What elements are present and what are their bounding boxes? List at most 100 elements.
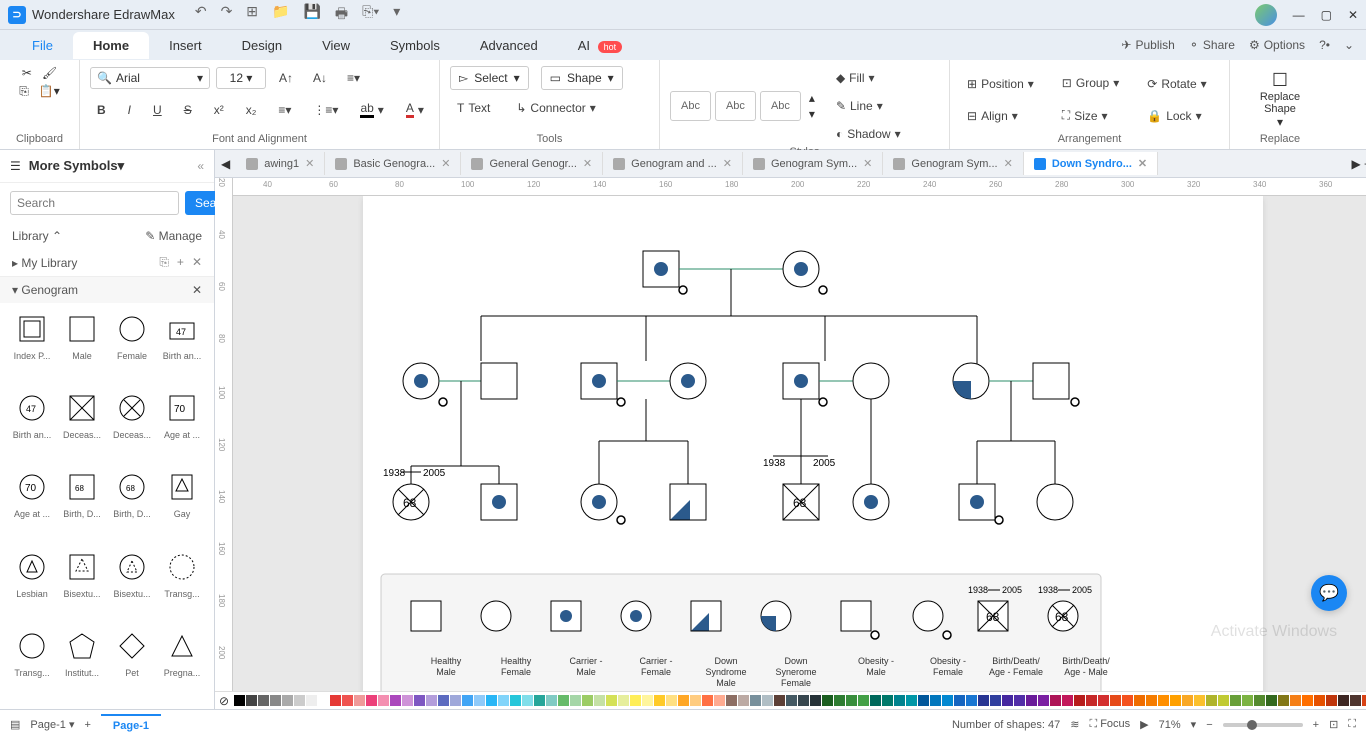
library-dropdown[interactable]: Library ⌃	[12, 229, 62, 243]
fit-page-icon[interactable]: ⊡	[1329, 718, 1338, 731]
symbol-item[interactable]: Lesbian	[8, 549, 56, 622]
chat-fab[interactable]: 💬	[1311, 575, 1347, 611]
color-swatch[interactable]	[1326, 695, 1337, 706]
color-swatch[interactable]	[786, 695, 797, 706]
section-toggle[interactable]: ▾ Genogram	[12, 283, 78, 297]
color-swatch[interactable]	[978, 695, 989, 706]
fullscreen-icon[interactable]: ⛶	[1348, 718, 1356, 731]
save-icon[interactable]: 💾	[303, 3, 320, 27]
text-tool[interactable]: T Text	[450, 96, 497, 120]
minimize-button[interactable]: —	[1293, 8, 1305, 22]
color-swatch[interactable]	[678, 695, 689, 706]
canvas-scroll[interactable]: 1938 2005 1938	[233, 196, 1366, 691]
underline-button[interactable]: U	[146, 98, 169, 122]
search-input[interactable]	[10, 191, 179, 215]
color-swatch[interactable]	[1146, 695, 1157, 706]
cut-icon[interactable]: ✂	[22, 66, 32, 80]
color-swatch[interactable]	[1338, 695, 1349, 706]
menu-ai[interactable]: AI hot	[558, 32, 642, 59]
tab-close-icon[interactable]: ✕	[1004, 157, 1013, 170]
options-button[interactable]: ⚙ Options	[1249, 38, 1305, 52]
document-tab[interactable]: awing1✕	[236, 152, 325, 175]
tab-close-icon[interactable]: ✕	[583, 157, 592, 170]
export-icon[interactable]: ⎘▾	[362, 3, 379, 27]
color-swatch[interactable]	[1002, 695, 1013, 706]
publish-button[interactable]: ✈ Publish	[1121, 38, 1174, 52]
color-swatch[interactable]	[1302, 695, 1313, 706]
paste-icon[interactable]: 📋▾	[39, 84, 60, 99]
color-swatch[interactable]	[1290, 695, 1301, 706]
color-swatch[interactable]	[1110, 695, 1121, 706]
color-swatch[interactable]	[450, 695, 461, 706]
bullets-icon[interactable]: ⋮≡▾	[306, 98, 345, 122]
symbol-item[interactable]: Pet	[108, 628, 156, 701]
color-swatch[interactable]	[1170, 695, 1181, 706]
color-swatch[interactable]	[462, 695, 473, 706]
increase-font-icon[interactable]: A↑	[272, 66, 300, 90]
color-swatch[interactable]	[402, 695, 413, 706]
color-swatch[interactable]	[1254, 695, 1265, 706]
symbol-item[interactable]: Female	[108, 311, 156, 384]
symbol-item[interactable]: Bisextu...	[108, 549, 156, 622]
color-swatch[interactable]	[750, 695, 761, 706]
style-preset-1[interactable]: Abc	[670, 91, 711, 121]
color-swatch[interactable]	[1314, 695, 1325, 706]
color-swatch[interactable]	[1278, 695, 1289, 706]
font-size-select[interactable]: 12 ▾	[216, 67, 266, 89]
symbol-item[interactable]: 47Birth an...	[8, 390, 56, 463]
close-button[interactable]: ✕	[1348, 8, 1358, 22]
color-swatch[interactable]	[726, 695, 737, 706]
tab-close-icon[interactable]: ✕	[441, 157, 450, 170]
tab-close-icon[interactable]: ✕	[1138, 157, 1147, 170]
font-select[interactable]: 🔍 Arial ▾	[90, 67, 210, 89]
shadow-button[interactable]: ◐ Shadow▾	[829, 122, 908, 146]
page-layout-icon[interactable]: ▤	[10, 718, 20, 731]
menu-file[interactable]: File	[12, 32, 73, 59]
superscript-button[interactable]: x²	[207, 98, 231, 122]
color-swatch[interactable]	[522, 695, 533, 706]
color-swatch[interactable]	[1218, 695, 1229, 706]
color-swatch[interactable]	[1362, 695, 1366, 706]
color-swatch[interactable]	[282, 695, 293, 706]
symbol-item[interactable]: Deceas...	[58, 390, 106, 463]
color-swatch[interactable]	[342, 695, 353, 706]
color-swatch[interactable]	[834, 695, 845, 706]
align-button[interactable]: ⊟ Align▾	[960, 104, 1041, 128]
color-swatch[interactable]	[714, 695, 725, 706]
color-swatch[interactable]	[1074, 695, 1085, 706]
color-swatch[interactable]	[270, 695, 281, 706]
tab-close-icon[interactable]: ✕	[863, 157, 872, 170]
menu-insert[interactable]: Insert	[149, 32, 222, 59]
color-swatch[interactable]	[1242, 695, 1253, 706]
share-button[interactable]: ⚬ Share	[1189, 38, 1235, 52]
color-swatch[interactable]	[882, 695, 893, 706]
symbol-item[interactable]: Deceas...	[108, 390, 156, 463]
color-swatch[interactable]	[1086, 695, 1097, 706]
color-swatch[interactable]	[414, 695, 425, 706]
color-swatch[interactable]	[1350, 695, 1361, 706]
symbol-item[interactable]: Pregna...	[158, 628, 206, 701]
color-swatch[interactable]	[966, 695, 977, 706]
highlight-icon[interactable]: ab▾	[353, 96, 390, 123]
color-swatch[interactable]	[558, 695, 569, 706]
my-library-item[interactable]: ▸ My Library	[12, 256, 77, 270]
color-swatch[interactable]	[306, 695, 317, 706]
size-button[interactable]: ⛶ Size▾	[1055, 103, 1126, 128]
color-swatch[interactable]	[498, 695, 509, 706]
replace-shape-button[interactable]: ☐ Replace Shape ▾	[1260, 70, 1300, 129]
symbol-item[interactable]: 68Birth, D...	[58, 469, 106, 542]
color-swatch[interactable]	[366, 695, 377, 706]
shape-tool[interactable]: ▭ Shape ▾	[541, 66, 623, 90]
color-swatch[interactable]	[330, 695, 341, 706]
symbol-item[interactable]: Transg...	[8, 628, 56, 701]
color-swatch[interactable]	[606, 695, 617, 706]
color-swatch[interactable]	[1266, 695, 1277, 706]
color-swatch[interactable]	[426, 695, 437, 706]
bold-button[interactable]: B	[90, 98, 113, 122]
color-swatch[interactable]	[582, 695, 593, 706]
color-swatch[interactable]	[1230, 695, 1241, 706]
color-swatch[interactable]	[798, 695, 809, 706]
color-swatch[interactable]	[654, 695, 665, 706]
select-tool[interactable]: ▻ Select ▾	[450, 66, 529, 90]
page-select[interactable]: Page-1 ▾	[30, 718, 74, 731]
